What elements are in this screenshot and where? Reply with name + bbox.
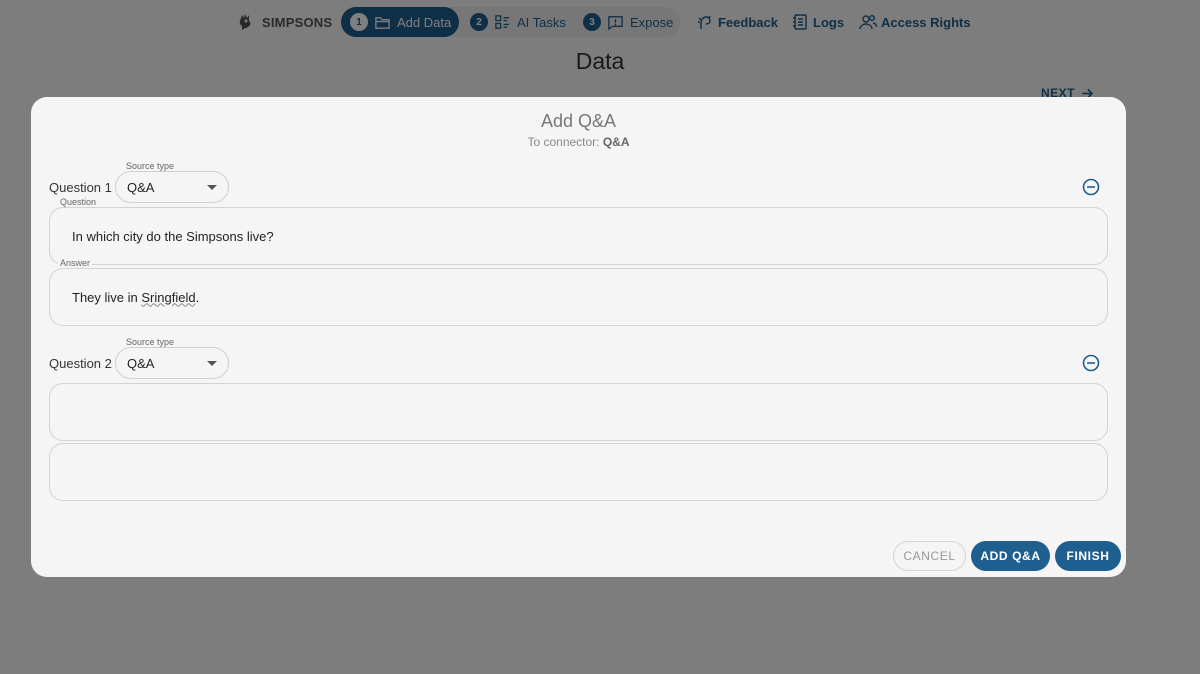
finish-button[interactable]: FINISH [1055,541,1121,571]
answer-input-2[interactable] [49,443,1108,501]
source-type-select-2[interactable]: Q&A [115,347,229,379]
subtitle-prefix: To connector: [527,135,603,149]
caret-down-icon [207,361,217,366]
connector-name: Q&A [602,135,630,149]
question-input-1[interactable]: In which city do the Simpsons live? [49,207,1108,265]
question-2-label: Question 2 [49,356,112,371]
add-qa-dialog: Add Q&A To connector: Q&A Question 1 Sou… [31,97,1126,577]
answer-field-label: Answer [58,258,93,268]
misspelled-word: Sringfield [141,289,196,305]
answer-text-part: . [195,289,200,305]
question-field-label: Question [58,197,99,207]
cancel-button[interactable]: CANCEL [893,541,966,571]
question-input-2[interactable] [49,383,1108,441]
caret-down-icon [207,185,217,190]
add-qa-button[interactable]: ADD Q&A [971,541,1050,571]
source-type-label: Source type [124,161,177,171]
dialog-title: Add Q&A [540,111,617,131]
selected-source-type: Q&A [127,179,155,195]
dialog-subtitle: To connector: Q&A [31,135,1126,149]
question-text: In which city do the Simpsons live? [72,228,274,244]
answer-input-1[interactable]: They live in Sringfield. [49,268,1108,326]
answer-text-part: They live in [72,289,142,305]
question-1-label: Question 1 [49,180,112,195]
source-type-select-1[interactable]: Q&A [115,171,229,203]
remove-circle-icon[interactable] [1082,178,1100,196]
remove-circle-icon[interactable] [1082,354,1100,372]
selected-source-type: Q&A [127,355,155,371]
answer-text: They live in Sringfield. [72,290,199,305]
source-type-label: Source type [124,337,177,347]
